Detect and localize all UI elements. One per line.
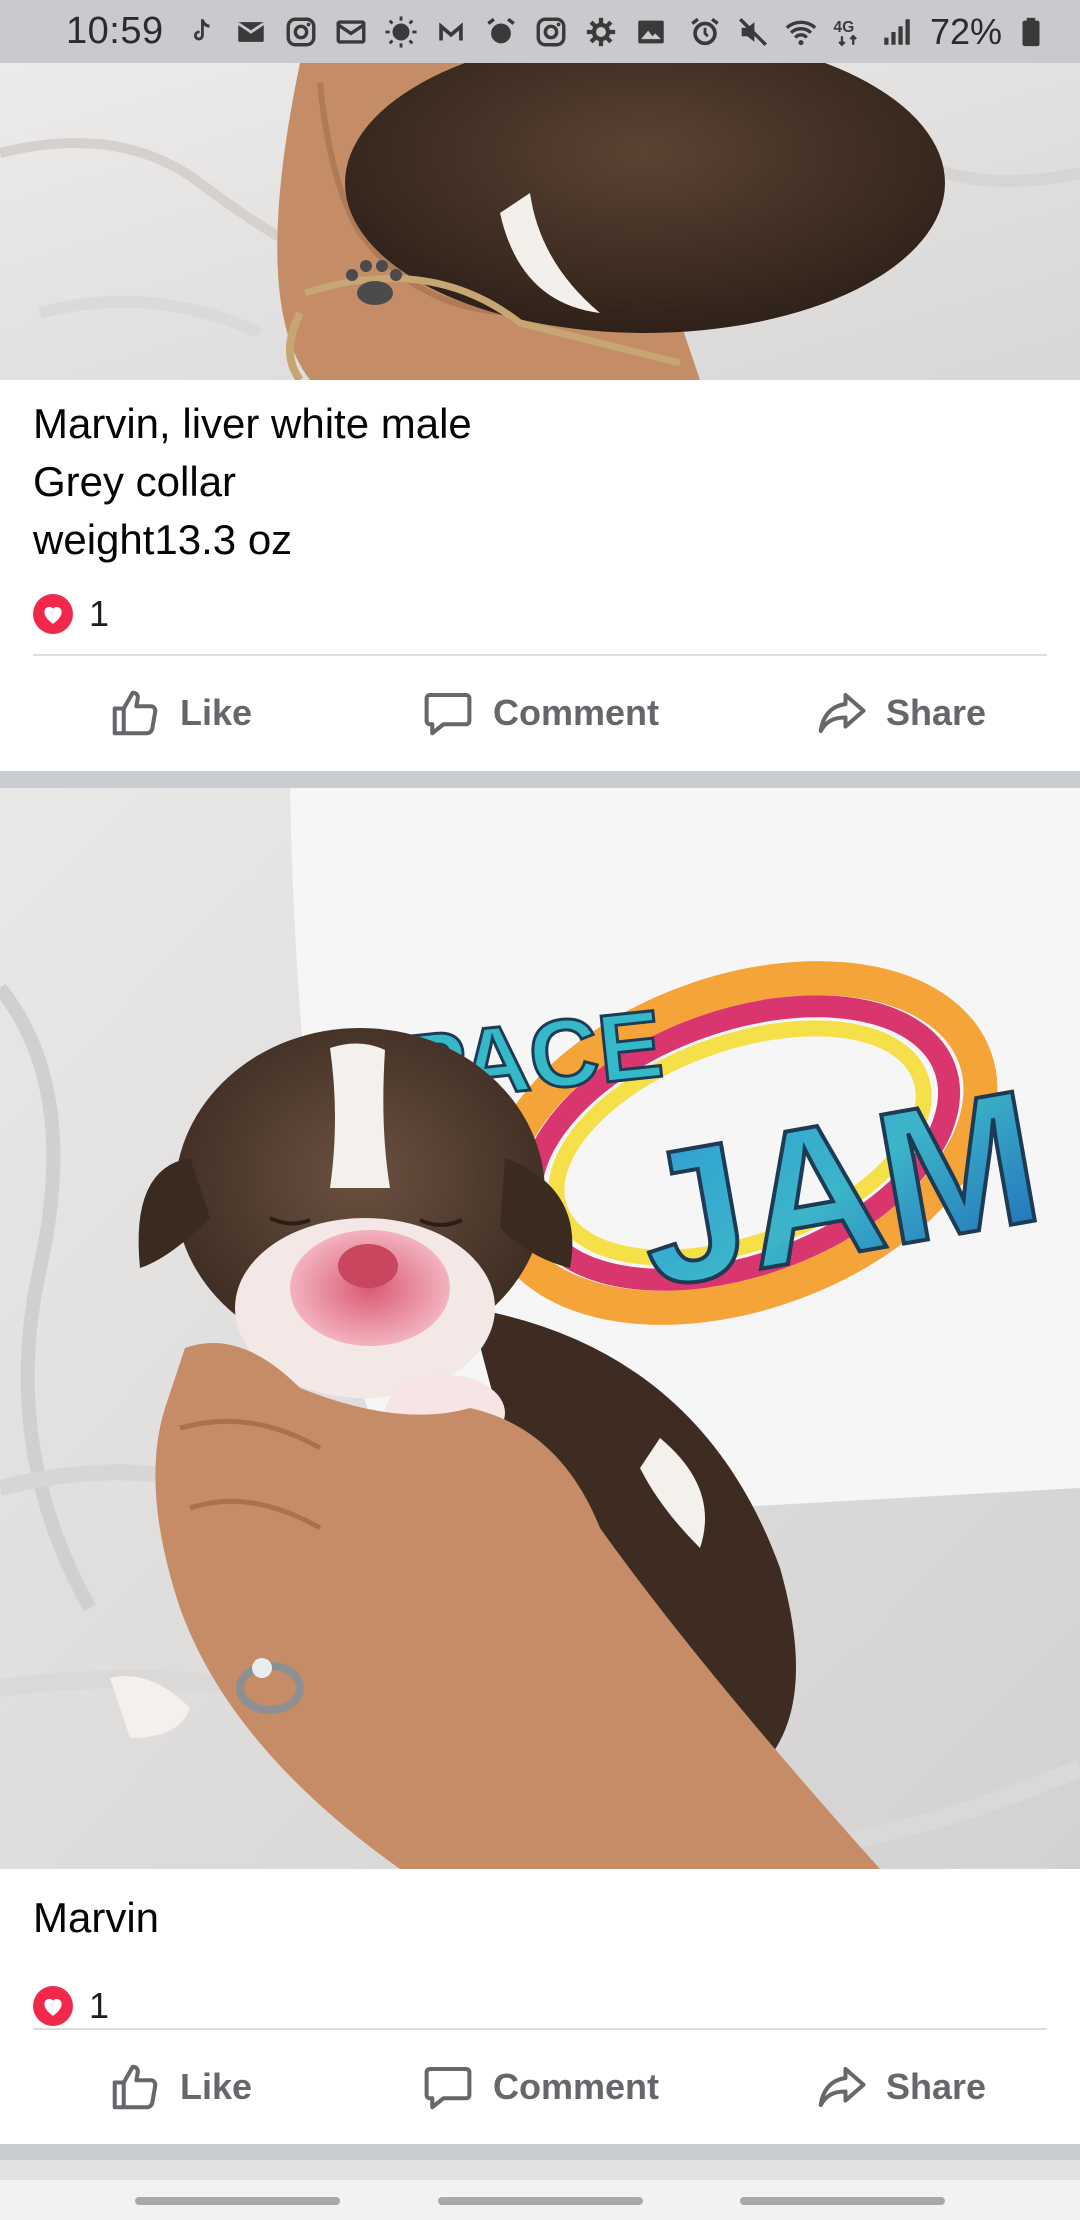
post-caption: Marvin, liver white male Grey collar wei…: [33, 395, 472, 569]
wifi-icon: [782, 13, 820, 51]
recent-apps-button[interactable]: [135, 2197, 340, 2205]
system-navigation-bar: [0, 2180, 1080, 2220]
comment-icon: [424, 2066, 472, 2110]
post-caption: Marvin: [33, 1889, 159, 1947]
like-button[interactable]: Like: [0, 2032, 360, 2142]
mute-icon: [734, 13, 772, 51]
status-time: 10:59: [66, 10, 164, 52]
battery-icon: [1012, 13, 1050, 51]
reaction-count: 1: [89, 593, 110, 634]
post-photo[interactable]: SPACE JAM: [0, 788, 1080, 1869]
instagram-icon: [532, 13, 570, 51]
post-actions: Like Comment Share: [0, 2032, 1080, 2142]
comment-icon: [424, 692, 472, 736]
signal-icon: [878, 13, 916, 51]
feed-separator: [0, 2144, 1080, 2160]
sun-icon: [382, 13, 420, 51]
home-button[interactable]: [438, 2197, 643, 2205]
thumbs-up-icon: [112, 690, 158, 736]
thumbs-up-icon: [112, 2064, 158, 2110]
instagram-icon: [282, 13, 320, 51]
next-post-photo-peek[interactable]: [0, 2160, 1080, 2180]
share-icon: [818, 692, 866, 734]
caption-line: Grey collar: [33, 458, 237, 505]
mail-icon: [232, 13, 270, 51]
caption-line: weight13.3 oz: [33, 516, 293, 563]
feed-separator: [0, 771, 1080, 788]
caption-line: Marvin: [33, 1894, 160, 1941]
like-label: Like: [179, 2066, 253, 2107]
comment-button[interactable]: Comment: [360, 2032, 720, 2142]
share-label: Share: [885, 2066, 987, 2107]
gmail-icon: [432, 13, 470, 51]
tiktok-icon: [182, 13, 220, 51]
gear-icon: [582, 13, 620, 51]
gallery-icon: [632, 13, 670, 51]
comment-label: Comment: [492, 2066, 659, 2107]
post-actions: Like Comment Share: [0, 658, 1080, 768]
love-reaction-icon: [33, 1986, 73, 2026]
email-icon: [332, 13, 370, 51]
notification-icons: [182, 13, 670, 51]
system-icons: 4G 72%: [686, 11, 1050, 53]
divider: [33, 2028, 1047, 2030]
svg-text:4G: 4G: [833, 19, 854, 36]
alarm-icon: [482, 13, 520, 51]
divider: [33, 654, 1047, 656]
comment-label: Comment: [492, 692, 659, 733]
share-label: Share: [885, 692, 987, 733]
reaction-summary[interactable]: 1: [33, 1985, 109, 2027]
status-bar: 10:59 4G 72%: [0, 0, 1080, 63]
network-4g-icon: 4G: [830, 13, 868, 51]
share-button[interactable]: Share: [720, 2032, 1080, 2142]
comment-button[interactable]: Comment: [360, 658, 720, 768]
like-button[interactable]: Like: [0, 658, 360, 768]
reaction-summary[interactable]: 1: [33, 593, 109, 635]
battery-percentage: 72%: [929, 10, 1002, 52]
alarm-icon: [686, 13, 724, 51]
caption-line: Marvin, liver white male: [33, 400, 472, 447]
post-card: SPACE JAM Marvin 1 Like Comment Share: [0, 788, 1080, 2144]
post-photo[interactable]: [0, 63, 1080, 380]
share-icon: [818, 2066, 866, 2108]
back-button[interactable]: [740, 2197, 945, 2205]
share-button[interactable]: Share: [720, 658, 1080, 768]
post-card: Marvin, liver white male Grey collar wei…: [0, 63, 1080, 771]
love-reaction-icon: [33, 594, 73, 634]
like-label: Like: [179, 692, 253, 733]
reaction-count: 1: [89, 1985, 110, 2026]
